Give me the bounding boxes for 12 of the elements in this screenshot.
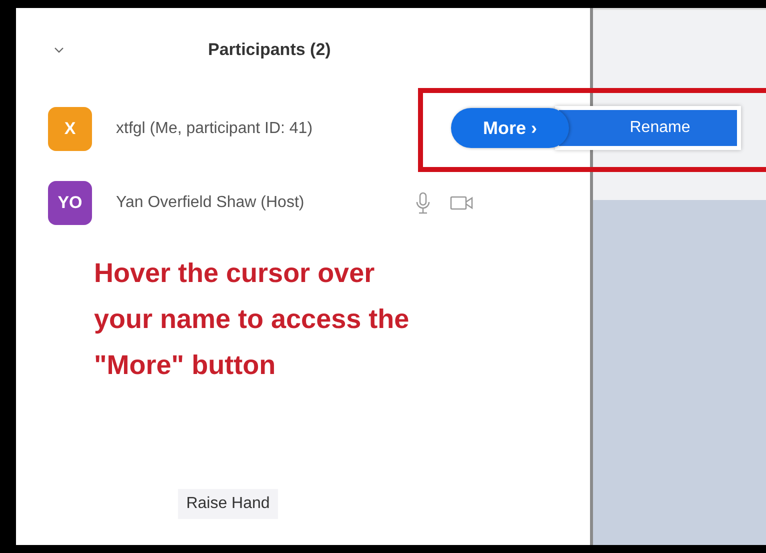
microphone-icon[interactable]	[416, 192, 430, 214]
raise-hand-button[interactable]: Raise Hand	[178, 489, 278, 519]
avatar: X	[48, 107, 92, 151]
participant-name: Yan Overfield Shaw (Host)	[116, 194, 304, 212]
chevron-down-icon[interactable]	[54, 47, 64, 53]
video-camera-icon[interactable]	[450, 195, 474, 211]
menu-item[interactable]: Rename	[559, 110, 737, 146]
participant-name: xtfgl (Me, participant ID: 41)	[116, 120, 313, 138]
more-button[interactable]: More ›	[451, 108, 569, 148]
avatar: YO	[48, 181, 92, 225]
panel-title: Participants (2)	[208, 40, 331, 60]
annotation-text: Hover the cursor over your name to access the "More" button	[94, 257, 410, 382]
